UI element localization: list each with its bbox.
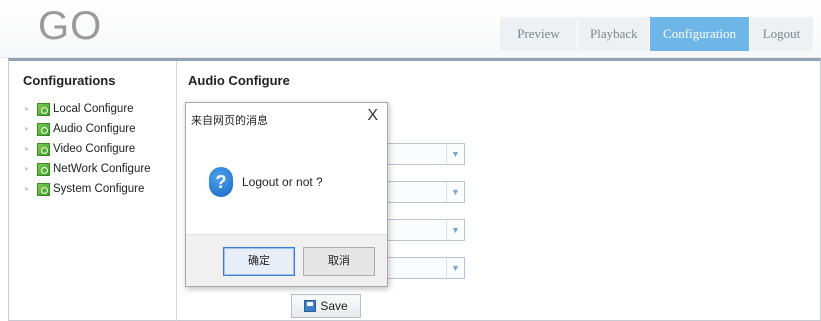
sidebar-item-label: System Configure: [53, 183, 145, 195]
tree-expander-icon[interactable]: ▸: [25, 145, 31, 153]
config-icon: [37, 102, 50, 116]
nav-configuration[interactable]: Configuration: [650, 17, 750, 51]
config-icon: [37, 162, 50, 176]
tree-expander-icon[interactable]: ▸: [25, 165, 31, 173]
header: GO Preview Playback Configuration Logout: [0, 0, 821, 58]
chevron-down-icon[interactable]: ▼: [446, 182, 464, 202]
cancel-button[interactable]: 取消: [303, 247, 375, 276]
ok-button[interactable]: 确定: [223, 247, 295, 276]
save-label: Save: [320, 299, 348, 313]
config-icon: [37, 142, 50, 156]
logout-confirm-dialog: 来自网页的消息 X ? Logout or not ? 确定 取消: [185, 102, 388, 287]
page: GO Preview Playback Configuration Logout…: [0, 0, 821, 321]
page-title: Audio Configure: [188, 73, 290, 88]
sidebar-item-label: NetWork Configure: [53, 163, 151, 175]
config-tree: ▸ Local Configure ▸ Audio Configure ▸ Vi…: [25, 99, 151, 199]
sidebar-item-label: Video Configure: [53, 143, 136, 155]
tree-expander-icon[interactable]: ▸: [25, 105, 31, 113]
sidebar-title: Configurations: [23, 73, 116, 88]
nav-preview[interactable]: Preview: [500, 17, 578, 51]
chevron-down-icon[interactable]: ▼: [446, 258, 464, 278]
dialog-footer: 确定 取消: [186, 234, 387, 286]
chevron-down-icon[interactable]: ▼: [446, 144, 464, 164]
sidebar-item-video-configure[interactable]: ▸ Video Configure: [25, 139, 151, 159]
floppy-disk-icon: [304, 300, 317, 312]
save-button[interactable]: Save: [291, 294, 361, 318]
question-icon: ?: [209, 167, 233, 197]
sidebar-item-label: Audio Configure: [53, 123, 136, 135]
main-frame: Configurations ▸ Local Configure ▸ Audio…: [8, 58, 821, 321]
top-nav: Preview Playback Configuration Logout: [500, 17, 814, 51]
close-icon[interactable]: X: [367, 107, 378, 125]
sidebar-item-network-configure[interactable]: ▸ NetWork Configure: [25, 159, 151, 179]
dialog-title: 来自网页的消息: [191, 115, 268, 127]
dialog-message: Logout or not ?: [242, 175, 323, 189]
chevron-down-icon[interactable]: ▼: [446, 220, 464, 240]
sidebar-item-system-configure[interactable]: ▸ System Configure: [25, 179, 151, 199]
sidebar-item-audio-configure[interactable]: ▸ Audio Configure: [25, 119, 151, 139]
config-icon: [37, 182, 50, 196]
tree-expander-icon[interactable]: ▸: [25, 185, 31, 193]
nav-logout[interactable]: Logout: [750, 17, 814, 51]
nav-playback[interactable]: Playback: [578, 17, 650, 51]
config-icon: [37, 122, 50, 136]
sidebar-item-label: Local Configure: [53, 103, 134, 115]
tree-expander-icon[interactable]: ▸: [25, 125, 31, 133]
sidebar-item-local-configure[interactable]: ▸ Local Configure: [25, 99, 151, 119]
sidebar: Configurations ▸ Local Configure ▸ Audio…: [9, 61, 177, 321]
logo: GO: [38, 4, 103, 48]
